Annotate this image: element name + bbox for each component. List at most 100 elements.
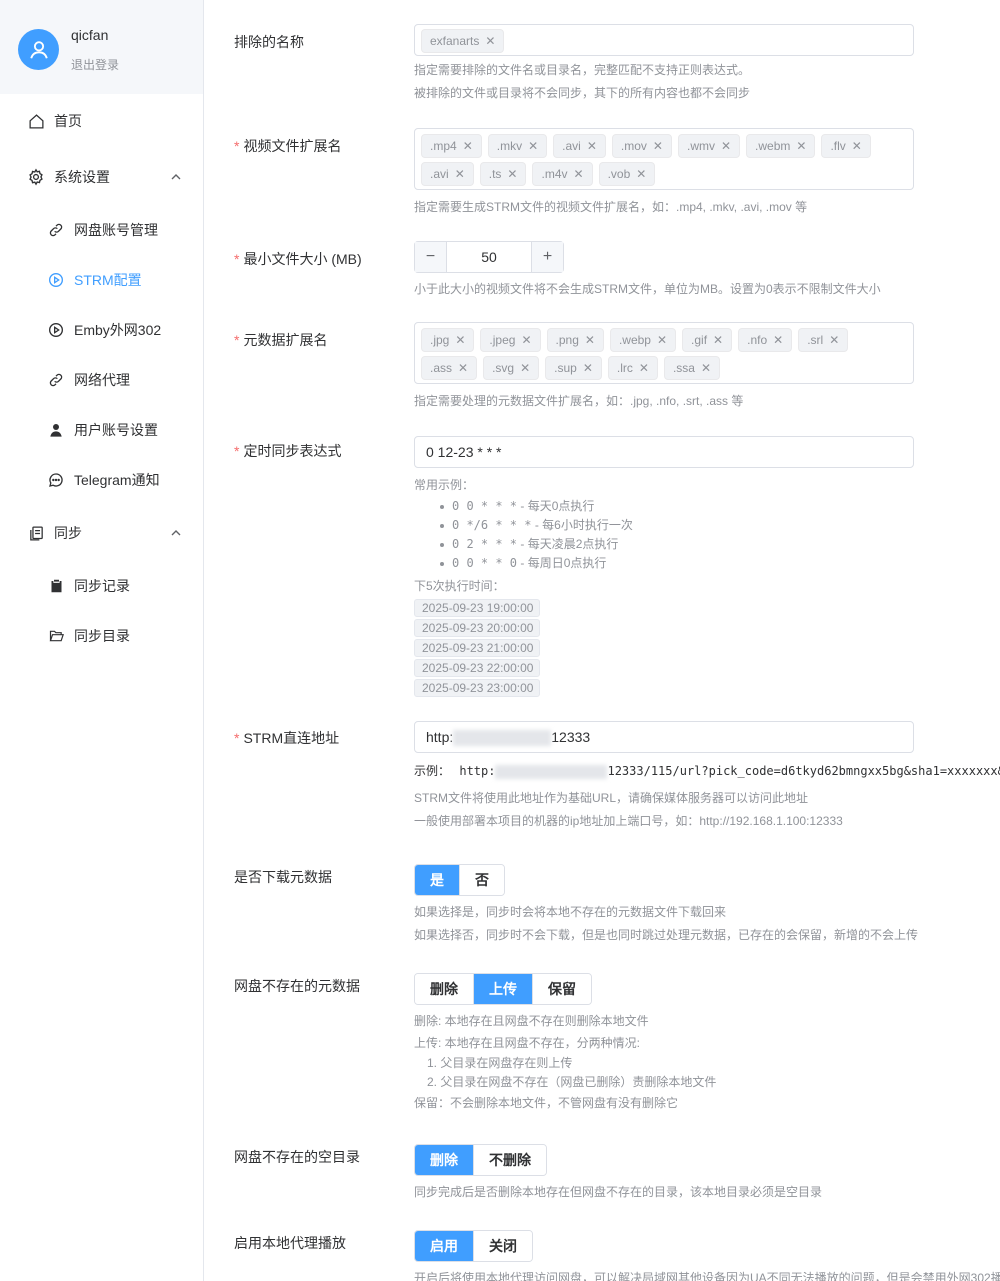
close-icon[interactable]: ✕ xyxy=(585,333,595,347)
user-icon xyxy=(47,421,65,439)
close-icon[interactable]: ✕ xyxy=(574,167,584,181)
meta-ext-label: * 元数据扩展名 xyxy=(234,332,328,348)
option-keep-button[interactable]: 保留 xyxy=(533,974,591,1004)
option-delete-button[interactable]: 删除 xyxy=(415,1145,474,1175)
sidebar-item-sync-dirs[interactable]: 同步目录 xyxy=(0,616,204,656)
close-icon[interactable]: ✕ xyxy=(507,167,517,181)
clipboard-icon xyxy=(47,577,65,595)
close-icon[interactable]: ✕ xyxy=(713,333,723,347)
local-proxy-radio-group: 启用 关闭 xyxy=(414,1230,533,1262)
close-icon[interactable]: ✕ xyxy=(773,333,783,347)
sidebar-item-label: 同步目录 xyxy=(74,628,130,644)
menu-sync-label: 同步 xyxy=(54,525,82,541)
close-icon[interactable]: ✕ xyxy=(636,167,646,181)
download-meta-help-2: 如果选择否，同步时不会下载，但是也同时跳过处理元数据，已存在的会保留，新增的不会… xyxy=(414,928,919,942)
folder-open-icon xyxy=(47,627,65,645)
download-meta-label: 是否下载元数据 xyxy=(234,869,332,885)
option-delete-button[interactable]: 删除 xyxy=(415,974,474,1004)
close-icon[interactable]: ✕ xyxy=(721,139,731,153)
option-yes-button[interactable]: 是 xyxy=(415,865,460,895)
cron-next-title: 下5次执行时间： xyxy=(414,579,505,593)
exclude-label: 排除的名称 xyxy=(234,34,304,50)
tag: .mp4 ✕ xyxy=(421,134,482,158)
logout-link[interactable]: 退出登录 xyxy=(71,56,119,73)
close-icon[interactable]: ✕ xyxy=(587,139,597,153)
close-icon[interactable]: ✕ xyxy=(463,139,473,153)
close-icon[interactable]: ✕ xyxy=(458,361,468,375)
strm-url-help-2: 一般使用部署本项目的机器的ip地址加上端口号，如：http://192.168.… xyxy=(414,814,843,828)
close-icon[interactable]: ✕ xyxy=(455,167,465,181)
gear-icon xyxy=(27,168,45,186)
meta-ext-tag-input[interactable]: .jpg ✕ .jpeg ✕ .png ✕ .webp ✕ .gif ✕ .nfo ✕ .s… xyxy=(414,322,914,384)
menu-home[interactable]: 首页 xyxy=(0,101,204,141)
empty-dir-label: 网盘不存在的空目录 xyxy=(234,1149,360,1165)
tag: .flv ✕ xyxy=(821,134,871,158)
tag: .ts ✕ xyxy=(479,162,527,186)
video-ext-tag-input[interactable]: .mp4 ✕ .mkv ✕ .avi ✕ .mov ✕ .wmv ✕ .webm ✕ .fl… xyxy=(414,128,914,190)
close-icon[interactable]: ✕ xyxy=(583,361,593,375)
sidebar-item-network-proxy[interactable]: 网络代理 xyxy=(0,360,204,400)
time-tag: 2025-09-23 20:00:00 xyxy=(414,619,540,637)
avatar[interactable] xyxy=(18,29,59,70)
option-upload-button[interactable]: 上传 xyxy=(474,974,533,1004)
menu-sync[interactable]: 同步 xyxy=(0,513,204,553)
close-icon[interactable]: ✕ xyxy=(639,361,649,375)
close-icon[interactable]: ✕ xyxy=(528,139,538,153)
list-item: 1. 父目录在网盘存在则上传 xyxy=(427,1056,573,1070)
cron-examples-title: 常用示例： xyxy=(414,478,475,492)
min-size-input[interactable]: 50 xyxy=(447,242,531,272)
sidebar-item-sync-records[interactable]: 同步记录 xyxy=(0,566,204,606)
tag: .jpg ✕ xyxy=(421,328,475,352)
user-icon xyxy=(29,40,48,59)
option-no-delete-button[interactable]: 不删除 xyxy=(474,1145,546,1175)
chevron-up-icon xyxy=(171,174,181,180)
close-icon[interactable]: ✕ xyxy=(796,139,806,153)
sidebar-item-strm-config[interactable]: STRM配置 xyxy=(0,260,204,300)
sidebar-item-label: 网络代理 xyxy=(74,372,130,388)
sidebar-item-label: 用户账号设置 xyxy=(74,422,158,438)
option-no-button[interactable]: 否 xyxy=(460,865,504,895)
increment-button[interactable]: + xyxy=(531,242,563,272)
tag: .webm ✕ xyxy=(746,134,816,158)
cron-examples: 0 0 * * * - 每天0点执行 0 */6 * * * - 每6小时执行一… xyxy=(414,497,914,573)
close-icon[interactable]: ✕ xyxy=(852,139,862,153)
cron-input[interactable]: 0 12-23 * * * xyxy=(414,436,914,468)
close-icon[interactable]: ✕ xyxy=(701,361,711,375)
option-disable-button[interactable]: 关闭 xyxy=(474,1231,532,1261)
menu-settings[interactable]: 系统设置 xyxy=(0,157,204,197)
tag: .wmv ✕ xyxy=(677,134,741,158)
exclude-tag-input[interactable]: exfanarts ✕ xyxy=(414,24,914,56)
close-icon[interactable]: ✕ xyxy=(521,333,531,347)
tag: .ass ✕ xyxy=(421,356,478,380)
close-icon[interactable]: ✕ xyxy=(455,333,465,347)
list-item: 0 0 * * 0 - 每周日0点执行 xyxy=(436,554,914,573)
sidebar-item-emby-302[interactable]: Emby外网302 xyxy=(0,310,204,350)
empty-dir-help: 同步完成后是否删除本地存在但网盘不存在的目录，该本地目录必须是空目录 xyxy=(414,1185,823,1199)
tag: .lrc ✕ xyxy=(607,356,658,380)
tag: .gif ✕ xyxy=(682,328,733,352)
list-item: 0 */6 * * * - 每6小时执行一次 xyxy=(436,516,914,535)
sidebar-item-cloud-accounts[interactable]: 网盘账号管理 xyxy=(0,210,204,250)
play-circle-icon xyxy=(47,321,65,339)
sidebar-item-label: STRM配置 xyxy=(74,272,142,288)
sidebar-item-telegram[interactable]: Telegram通知 xyxy=(0,460,204,500)
close-icon[interactable]: ✕ xyxy=(485,34,495,48)
close-icon[interactable]: ✕ xyxy=(520,361,530,375)
close-icon[interactable]: ✕ xyxy=(829,333,839,347)
option-enable-button[interactable]: 启用 xyxy=(415,1231,474,1261)
strm-config-form: 排除的名称 exfanarts ✕ 指定需要排除的文件名或目录名，完整匹配不支持正… xyxy=(205,0,1000,1281)
missing-meta-radio-group: 删除 上传 保留 xyxy=(414,973,592,1005)
cron-label: * 定时同步表达式 xyxy=(234,443,342,459)
menu-settings-label: 系统设置 xyxy=(54,169,110,185)
list-item: 0 2 * * * - 每天凌晨2点执行 xyxy=(436,535,914,554)
min-size-help: 小于此大小的视频文件将不会生成STRM文件，单位为MB。设置为0表示不限制文件大… xyxy=(414,282,881,296)
tag: .svg ✕ xyxy=(483,356,540,380)
strm-url-input[interactable]: http: 12333 xyxy=(414,721,914,753)
decrement-button[interactable]: − xyxy=(415,242,447,272)
sidebar-item-user-account[interactable]: 用户账号设置 xyxy=(0,410,204,450)
close-icon[interactable]: ✕ xyxy=(653,139,663,153)
tag: .png ✕ xyxy=(546,328,604,352)
close-icon[interactable]: ✕ xyxy=(657,333,667,347)
tag: .webp ✕ xyxy=(609,328,677,352)
meta-ext-help: 指定需要处理的元数据文件扩展名，如：.jpg, .nfo, .srt, .ass… xyxy=(414,394,744,408)
